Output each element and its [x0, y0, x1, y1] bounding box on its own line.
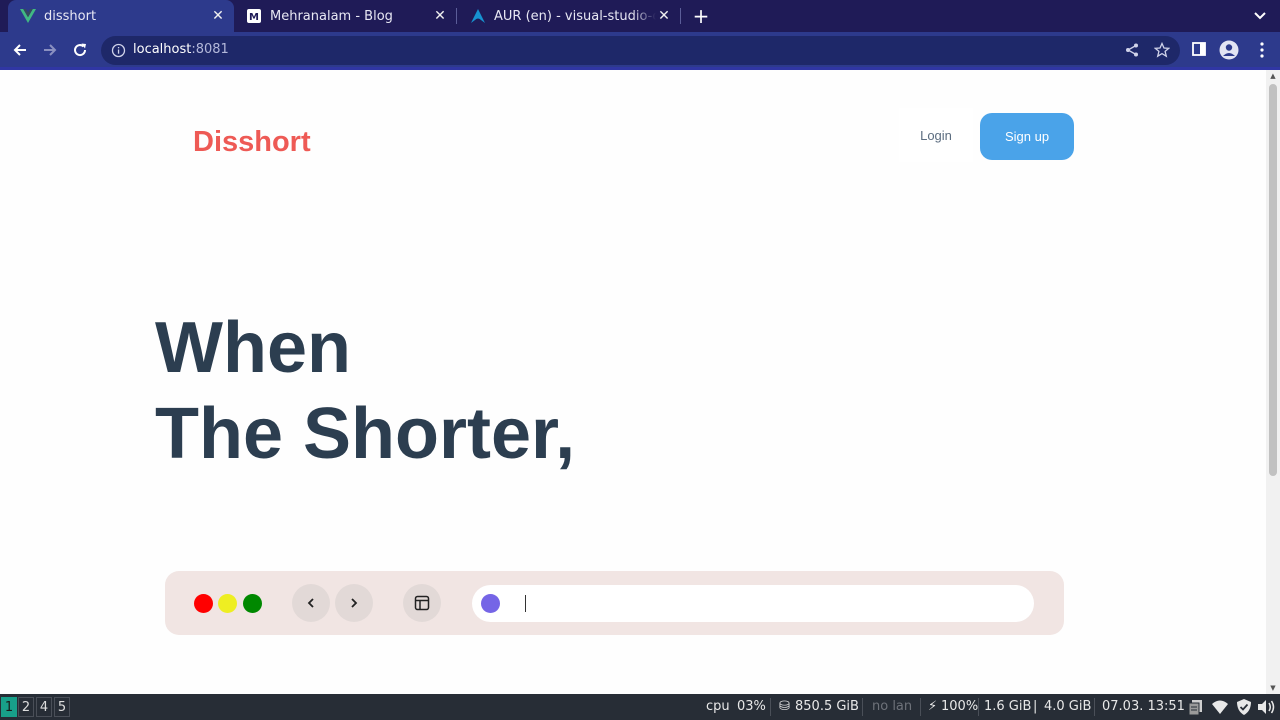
- status-dot-icon: [481, 594, 500, 613]
- cpu-value: 03%: [737, 699, 766, 714]
- desktop-taskbar: 1 2 4 5 cpu 03% ⛁ 850.5 GiB no lan ⚡ 100…: [0, 694, 1280, 720]
- browser-toolbar: localhost:8081: [0, 32, 1280, 68]
- clock[interactable]: 07.03. 13:51: [1102, 699, 1185, 714]
- tab-aur[interactable]: AUR (en) - visual-studio-code ✕: [458, 0, 680, 32]
- status-divider: [1094, 698, 1095, 716]
- tab-title: Mehranalam - Blog: [270, 8, 393, 24]
- cpu-label: cpu: [706, 699, 730, 714]
- star-icon[interactable]: [1153, 41, 1171, 58]
- m-icon: M: [246, 8, 262, 24]
- page-viewport: Disshort Login Sign up When The Shorter,: [0, 70, 1266, 694]
- chevron-right-icon[interactable]: [335, 584, 373, 622]
- status-divider: [920, 698, 921, 716]
- battery-icon: ⚡: [928, 699, 938, 714]
- info-icon[interactable]: [111, 43, 126, 58]
- volume-icon[interactable]: [1256, 698, 1275, 716]
- tab-title: disshort: [44, 8, 97, 24]
- mock-browser-bar: [165, 571, 1064, 635]
- share-icon[interactable]: [1124, 42, 1140, 58]
- hero-heading-line-2: The Shorter,: [155, 394, 576, 474]
- network-status: no lan: [872, 699, 913, 714]
- tab-title: AUR (en) - visual-studio-code: [494, 8, 656, 24]
- svg-text:M: M: [249, 12, 259, 23]
- new-tab-button[interactable]: +: [690, 4, 712, 28]
- workspace-1[interactable]: 1: [1, 697, 17, 717]
- kebab-menu-icon[interactable]: [1252, 40, 1272, 60]
- disk-icon: ⛁: [779, 699, 790, 714]
- reload-icon[interactable]: [66, 36, 94, 64]
- green-dot-icon: [243, 594, 262, 613]
- text-caret: [525, 595, 526, 612]
- status-divider: [770, 698, 771, 716]
- page-scrollbar[interactable]: ▲ ▼: [1266, 70, 1280, 694]
- scroll-down-arrow-icon[interactable]: ▼: [1269, 684, 1277, 692]
- url-text: localhost:8081: [133, 42, 229, 57]
- side-panel-icon[interactable]: [1190, 40, 1210, 60]
- battery-level: 100%: [941, 699, 979, 714]
- brand-logo[interactable]: Disshort: [193, 126, 311, 159]
- memory-total: 4.0 GiB: [1044, 699, 1092, 714]
- vue-icon: [20, 8, 36, 24]
- red-dot-icon: [194, 594, 213, 613]
- close-tab-icon[interactable]: ✕: [656, 8, 672, 24]
- status-divider: [862, 698, 863, 716]
- memory-used: 1.6 GiB: [984, 699, 1032, 714]
- url-shortener-input-field[interactable]: [472, 585, 1034, 622]
- memory-separator: |: [1033, 699, 1038, 714]
- shield-check-icon[interactable]: [1235, 698, 1253, 716]
- clipboard-icon[interactable]: [1187, 698, 1205, 716]
- workspace-4[interactable]: 4: [36, 697, 52, 717]
- address-bar[interactable]: localhost:8081: [101, 36, 1180, 65]
- tab-mehranalam-blog[interactable]: M Mehranalam - Blog ✕: [234, 0, 456, 32]
- browser-tab-bar: disshort ✕ M Mehranalam - Blog ✕ AUR (en…: [0, 0, 1280, 32]
- tab-disshort[interactable]: disshort ✕: [8, 0, 234, 32]
- signup-button[interactable]: Sign up: [980, 113, 1074, 160]
- scrollbar-thumb[interactable]: [1269, 84, 1277, 476]
- layout-icon[interactable]: [403, 584, 441, 622]
- login-button[interactable]: Login: [899, 108, 973, 162]
- arch-icon: [470, 8, 486, 24]
- close-tab-icon[interactable]: ✕: [210, 8, 226, 24]
- workspace-5[interactable]: 5: [54, 697, 70, 717]
- disk-free: 850.5 GiB: [795, 699, 859, 714]
- chevron-left-icon[interactable]: [292, 584, 330, 622]
- chevron-down-icon[interactable]: [1250, 6, 1270, 26]
- scroll-up-arrow-icon[interactable]: ▲: [1269, 72, 1277, 80]
- url-port: :8081: [191, 42, 229, 57]
- profile-avatar-icon[interactable]: [1219, 40, 1239, 60]
- url-input[interactable]: [522, 591, 1012, 616]
- workspace-2[interactable]: 2: [18, 697, 34, 717]
- forward-arrow-icon[interactable]: [36, 36, 64, 64]
- tab-divider: [456, 8, 457, 24]
- status-divider: [978, 698, 979, 716]
- yellow-dot-icon: [218, 594, 237, 613]
- tab-divider: [680, 8, 681, 24]
- hero-heading-line-1: When: [155, 308, 351, 388]
- wifi-icon[interactable]: [1211, 698, 1229, 716]
- back-arrow-icon[interactable]: [6, 36, 34, 64]
- close-tab-icon[interactable]: ✕: [432, 8, 448, 24]
- url-host: localhost: [133, 42, 192, 57]
